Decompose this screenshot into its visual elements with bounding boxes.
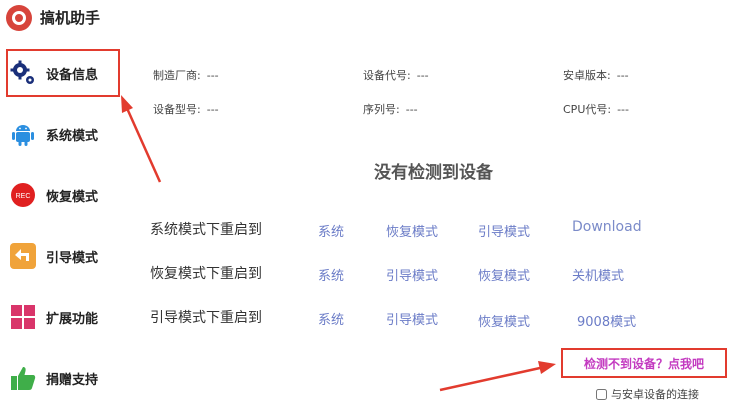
annotation-arrows [121, 95, 556, 392]
annotation-arrow-right [439, 366, 541, 392]
annotation-arrow-up [124, 105, 162, 183]
annotation-arrowhead [538, 361, 556, 374]
annotation-arrowhead [121, 95, 133, 113]
